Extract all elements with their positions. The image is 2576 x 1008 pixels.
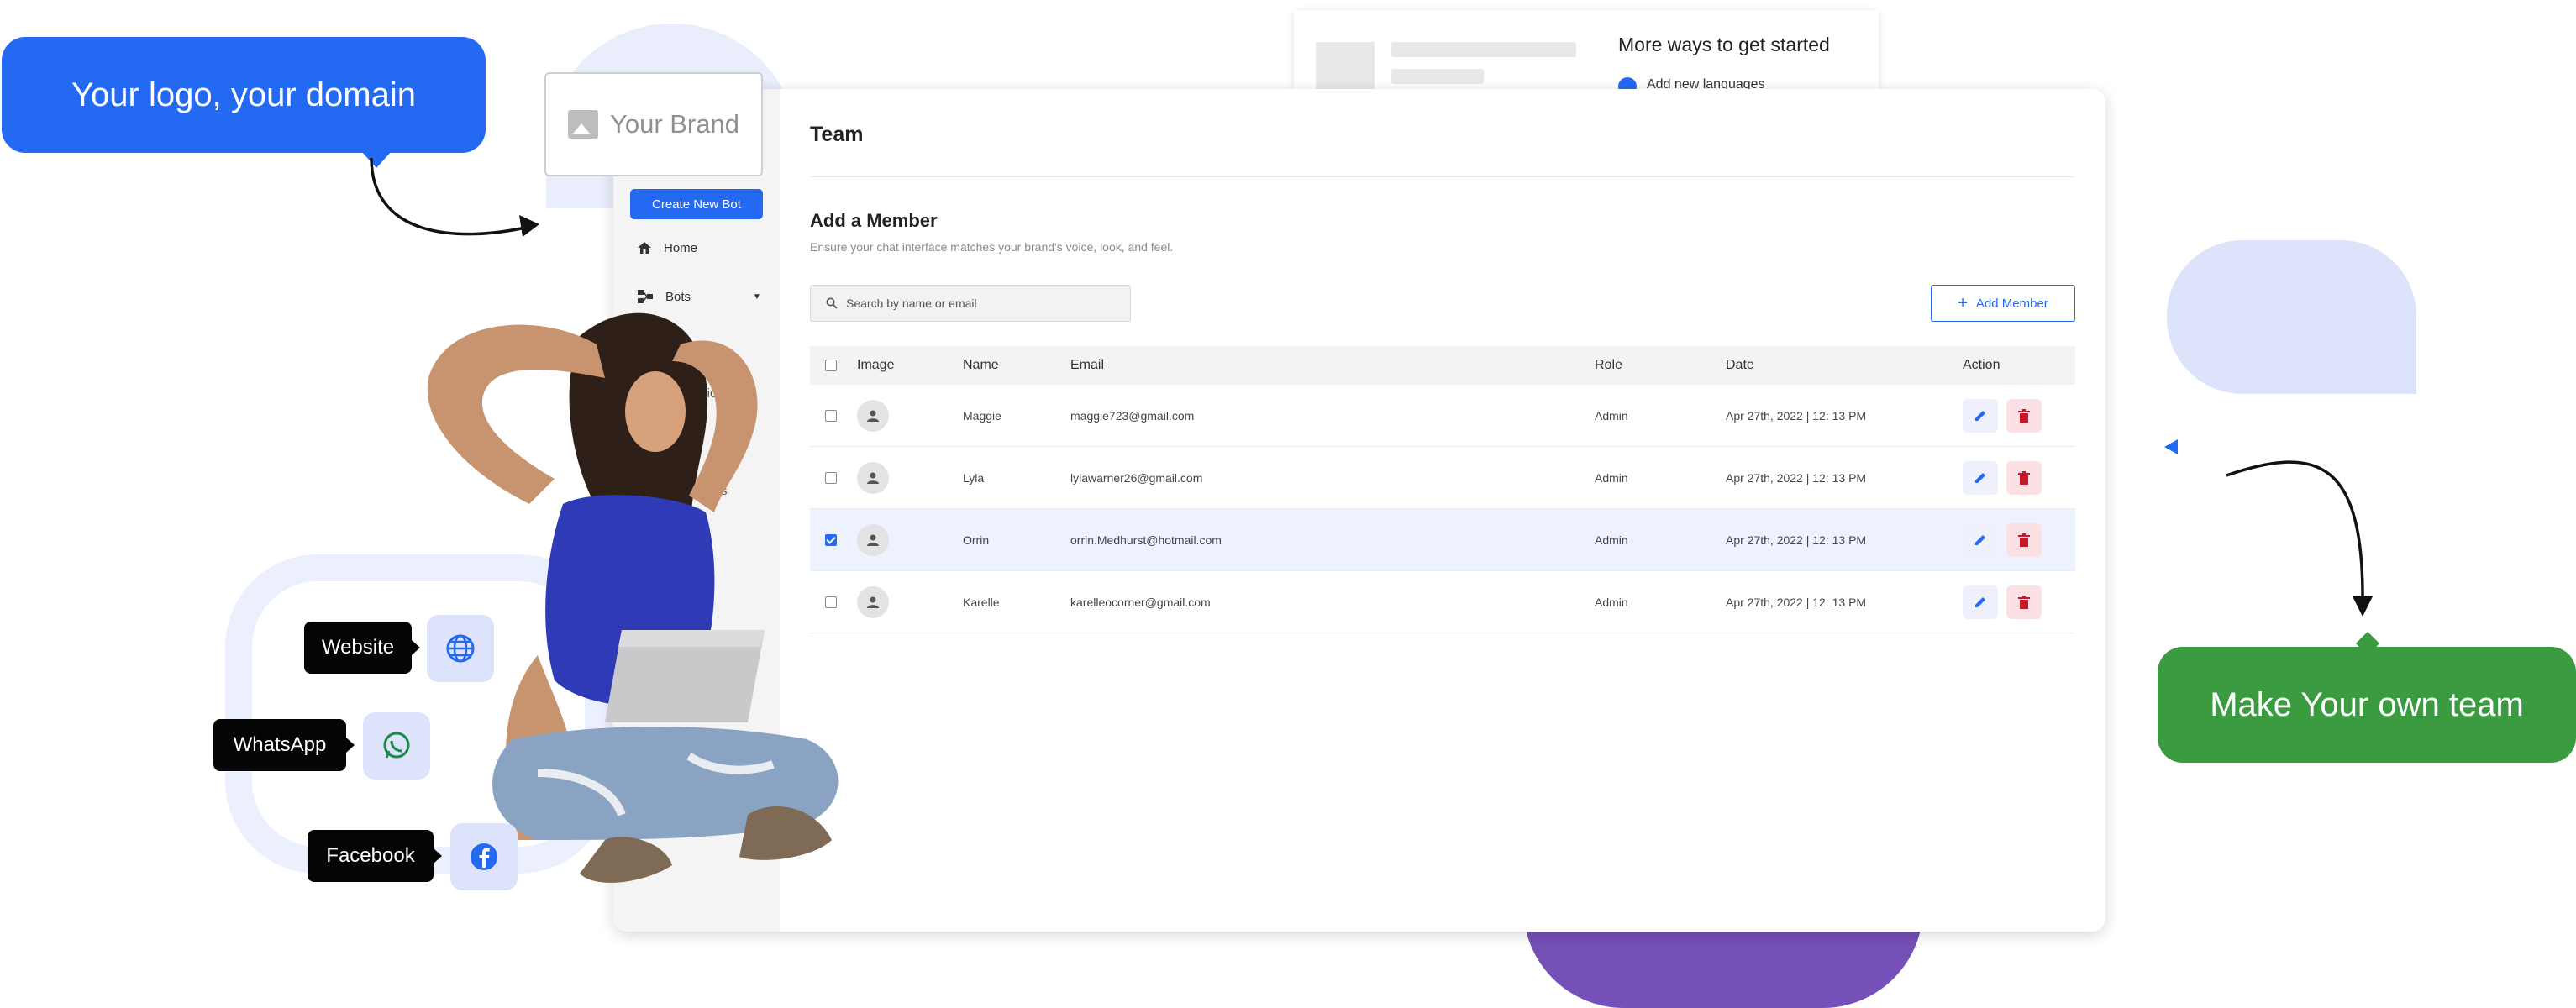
member-date: Apr 27th, 2022 | 12: 13 PM xyxy=(1726,595,1867,609)
member-role: Admin xyxy=(1595,533,1628,547)
channel-website-label: Website xyxy=(304,622,420,674)
placeholder-line xyxy=(1391,42,1576,57)
channel-label: WhatsApp xyxy=(233,733,327,756)
channel-website-tile[interactable] xyxy=(427,615,494,682)
page-title: Team xyxy=(810,123,864,146)
table-row[interactable]: Orrin orrin.Medhurst@hotmail.com Admin A… xyxy=(810,509,2075,571)
curved-arrow-icon xyxy=(370,157,539,237)
placeholder-line xyxy=(1391,69,1484,84)
column-header: Email xyxy=(1070,358,1105,372)
members-table: Image Name Email Role Date Action Maggie… xyxy=(810,346,2075,633)
edit-button[interactable] xyxy=(1963,460,1998,495)
column-header: Date xyxy=(1726,358,1754,372)
member-date: Apr 27th, 2022 | 12: 13 PM xyxy=(1726,408,1867,423)
delete-button[interactable] xyxy=(2006,398,2042,433)
column-header: Role xyxy=(1595,358,1622,372)
sidebar-item-home[interactable]: Home xyxy=(637,240,697,255)
table-header: Image Name Email Role Date Action xyxy=(810,346,2075,385)
edit-button[interactable] xyxy=(1963,398,1998,433)
channel-label: Facebook xyxy=(326,844,415,867)
image-icon xyxy=(568,110,598,139)
section-title: Add a Member xyxy=(810,210,938,231)
add-member-label: Add Member xyxy=(1975,296,2048,311)
member-name: Orrin xyxy=(963,533,990,547)
pencil-icon xyxy=(1975,410,1985,421)
member-name: Karelle xyxy=(963,595,1000,609)
add-member-button[interactable]: + Add Member xyxy=(1931,285,2075,322)
member-date: Apr 27th, 2022 | 12: 13 PM xyxy=(1726,533,1867,547)
column-header: Action xyxy=(1963,358,2000,372)
channel-facebook-label: Facebook xyxy=(308,830,442,882)
member-name: Maggie xyxy=(963,408,1001,423)
callout-text: Your logo, your domain xyxy=(71,76,416,113)
table-row[interactable]: Lyla lylawarner26@gmail.com Admin Apr 27… xyxy=(810,447,2075,509)
channel-label: Website xyxy=(321,636,395,659)
team-page: Team Add a Member Ensure your chat inter… xyxy=(780,89,2105,932)
get-started-card: More ways to get started Add new languag… xyxy=(1294,10,1879,101)
member-email: lylawarner26@gmail.com xyxy=(1070,470,1203,485)
pencil-icon xyxy=(1975,534,1985,545)
logo-domain-callout: Your logo, your domain xyxy=(2,37,486,168)
member-role: Admin xyxy=(1595,408,1628,423)
section-subtitle: Ensure your chat interface matches your … xyxy=(810,240,1174,254)
trash-icon xyxy=(2018,470,2030,485)
own-team-callout: Make Your own team xyxy=(2158,647,2576,763)
channel-whatsapp-tile[interactable] xyxy=(363,712,430,780)
member-email: maggie723@gmail.com xyxy=(1070,408,1195,423)
edit-button[interactable] xyxy=(1963,522,1998,557)
channel-whatsapp-label: WhatsApp xyxy=(213,719,355,771)
member-email: orrin.Medhurst@hotmail.com xyxy=(1070,533,1222,547)
table-row[interactable]: Karelle karelleocorner@gmail.com Admin A… xyxy=(810,571,2075,633)
member-role: Admin xyxy=(1595,595,1628,609)
callout-text: Make Your own team xyxy=(2210,685,2524,723)
member-date: Apr 27th, 2022 | 12: 13 PM xyxy=(1726,470,1867,485)
channel-facebook-tile[interactable] xyxy=(450,823,518,890)
edit-button[interactable] xyxy=(1963,585,1998,619)
decorative-blob xyxy=(2167,240,2416,394)
get-started-title: More ways to get started xyxy=(1618,34,1830,55)
whatsapp-icon xyxy=(383,732,410,759)
table-row[interactable]: Maggie maggie723@gmail.com Admin Apr 27t… xyxy=(810,385,2075,447)
brand-text: Your Brand xyxy=(610,109,739,139)
trash-icon xyxy=(2018,408,2030,423)
plus-icon: + xyxy=(1958,293,1968,312)
divider xyxy=(810,176,2075,177)
sidebar-item-label: Home xyxy=(664,240,698,255)
curved-arrow-icon xyxy=(2164,439,2373,617)
sidebar-item-label: Bots xyxy=(665,289,691,304)
create-new-bot-button[interactable]: Create New Bot xyxy=(630,189,763,219)
trash-icon xyxy=(2018,533,2030,547)
member-email: karelleocorner@gmail.com xyxy=(1070,595,1211,609)
globe-icon xyxy=(446,634,475,663)
facebook-icon xyxy=(471,843,497,870)
delete-button[interactable] xyxy=(2006,460,2042,495)
delete-button[interactable] xyxy=(2006,585,2042,619)
pencil-icon xyxy=(1975,472,1985,483)
brand-logo-box: Your Brand xyxy=(544,72,763,176)
chevron-down-icon: ▼ xyxy=(753,291,761,302)
column-header: Name xyxy=(963,358,999,372)
pencil-icon xyxy=(1975,596,1985,607)
home-icon xyxy=(638,242,651,254)
trash-icon xyxy=(2018,595,2030,609)
member-role: Admin xyxy=(1595,470,1628,485)
delete-button[interactable] xyxy=(2006,522,2042,557)
woman-with-laptop-image xyxy=(427,312,839,883)
